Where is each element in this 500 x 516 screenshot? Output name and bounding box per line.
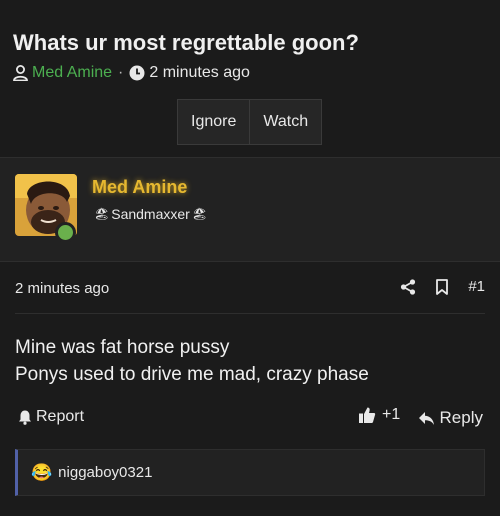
meta-separator: · [118, 64, 124, 81]
report-button[interactable]: Report [17, 408, 84, 426]
online-status-dot [55, 222, 76, 243]
title-decoration-icon: 🏖 [94, 207, 110, 221]
clock-icon [129, 65, 145, 81]
user-title: 🏖 Sandmaxxer 🏖 [92, 206, 209, 222]
user-icon [13, 65, 28, 81]
bookmark-icon[interactable] [436, 278, 449, 295]
thread-time: 2 minutes ago [149, 64, 250, 81]
reaction-count: +1 [382, 406, 401, 423]
post-body-line: Mine was fat horse pussy [15, 337, 230, 358]
report-label: Report [36, 408, 85, 425]
reply-button[interactable]: Reply [418, 408, 483, 428]
like-icon [359, 407, 376, 423]
thread-author-link[interactable]: Med Amine [32, 64, 112, 82]
report-icon [19, 410, 31, 425]
post-body: Mine was fat horse pussy Ponys used to d… [15, 334, 369, 388]
post-number[interactable]: #1 [468, 278, 485, 295]
thread-meta: Med Amine · 2 minutes ago [13, 64, 250, 82]
thread-title: Whats ur most regrettable goon? [13, 30, 359, 55]
user-block-divider [0, 261, 500, 262]
user-title-text: Sandmaxxer [111, 206, 190, 222]
post-top-actions: #1 [400, 278, 485, 295]
post-body-line: Ponys used to drive me mad, crazy phase [15, 364, 369, 385]
reply-label: Reply [439, 408, 483, 427]
reactor-username[interactable]: niggaboy0321 [58, 464, 152, 481]
laughing-emoji-icon: 😂 [31, 462, 53, 482]
reply-icon [418, 411, 434, 425]
ignore-button[interactable]: Ignore [178, 100, 249, 144]
watch-button[interactable]: Watch [249, 100, 321, 144]
post-username[interactable]: Med Amine [92, 177, 187, 198]
reactions-bar[interactable]: 😂 niggaboy0321 [15, 449, 485, 496]
post-divider [15, 313, 485, 314]
post-time[interactable]: 2 minutes ago [15, 280, 109, 297]
thread-actions: Ignore Watch [177, 99, 323, 145]
title-decoration-icon: 🏖 [191, 207, 208, 221]
like-button[interactable]: +1 [358, 406, 400, 424]
share-icon[interactable] [400, 278, 416, 295]
